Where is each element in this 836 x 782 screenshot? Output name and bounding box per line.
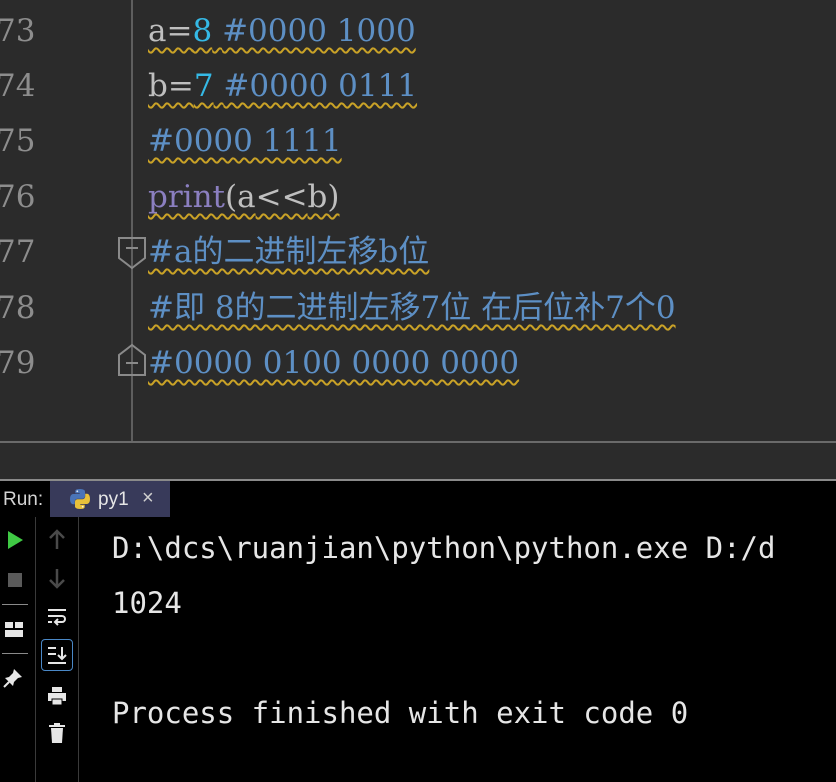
soft-wrap-icon[interactable]: [44, 603, 70, 629]
console-output: 1024: [112, 586, 182, 620]
code-token: #0000 1000: [222, 13, 416, 49]
code-token: <<: [255, 179, 308, 215]
trash-icon[interactable]: [44, 720, 70, 746]
line-number: 79: [0, 345, 36, 381]
toolbar-separator: [2, 653, 28, 654]
code-text: print(a<<b): [148, 169, 340, 225]
pin-icon[interactable]: [1, 665, 25, 691]
line-number: 78: [0, 290, 36, 326]
run-console: D:\dcs\ruanjian\python\python.exe D:/d 1…: [0, 517, 836, 782]
console-command-line: D:\dcs\ruanjian\python\python.exe D:/d: [112, 531, 776, 565]
code-text: #0000 1111: [148, 113, 342, 169]
down-arrow-icon[interactable]: [44, 565, 70, 591]
run-tool-bar: Run: py1 ×: [0, 479, 836, 517]
stop-icon[interactable]: [3, 567, 27, 593]
line-number: 77: [0, 234, 36, 270]
code-token: print: [148, 179, 226, 215]
scroll-to-end-icon[interactable]: [41, 639, 73, 671]
code-text: #即 8的二进制左移7位 在后位补7个0: [148, 280, 676, 336]
code-token: #即 8的二进制左移7位 在后位补7个0: [148, 290, 676, 326]
python-icon: [70, 489, 90, 509]
code-text: b=7 #0000 0111: [148, 58, 417, 114]
run-icon[interactable]: [3, 527, 27, 553]
code-line[interactable]: 78 #即 8的二进制左移7位 在后位补7个0: [0, 280, 836, 336]
code-token: #0000 0100 0000 0000: [148, 345, 520, 381]
code-token: #0000 1111: [148, 123, 342, 159]
line-number: 76: [0, 179, 36, 215]
fold-marker-icon[interactable]: [117, 236, 147, 270]
toolbar-separator: [2, 604, 28, 605]
code-token: #0000 0111: [223, 68, 418, 104]
close-icon[interactable]: ×: [142, 487, 154, 510]
code-text: a=8 #0000 1000: [148, 3, 416, 59]
line-number: 75: [0, 123, 36, 159]
line-number: 74: [0, 68, 36, 104]
up-arrow-icon[interactable]: [44, 527, 70, 553]
code-token: 8: [192, 13, 213, 49]
code-token: a=: [148, 13, 193, 49]
console-divider: [78, 517, 79, 782]
tab-label: py1: [98, 489, 129, 510]
code-token: b=: [148, 68, 194, 104]
layout-icon[interactable]: [2, 617, 26, 641]
run-label: Run:: [3, 489, 44, 510]
code-token: #a的二进制左移b位: [148, 234, 430, 270]
code-editor[interactable]: 73 a=8 #0000 1000 74 b=7 #0000 0111 75 #0000 …: [0, 0, 836, 443]
code-line[interactable]: 73 a=8 #0000 1000: [0, 3, 836, 59]
print-icon[interactable]: [44, 683, 70, 709]
code-text: #a的二进制左移b位: [148, 224, 429, 280]
panel-gap: [0, 443, 836, 479]
run-toolbar-left: [0, 517, 35, 782]
run-toolbar-right: [36, 517, 78, 782]
code-token: 7: [193, 68, 214, 104]
console-exit-message: Process finished with exit code 0: [112, 696, 689, 730]
code-line[interactable]: 75 #0000 1111: [0, 113, 836, 169]
run-tab-py1[interactable]: py1 ×: [50, 481, 170, 517]
code-line[interactable]: 74 b=7 #0000 0111: [0, 58, 836, 114]
line-number: 73: [0, 13, 36, 49]
code-token: (a: [225, 179, 256, 215]
code-token: b): [307, 179, 340, 215]
code-line[interactable]: 76 print(a<<b): [0, 169, 836, 225]
code-text: #0000 0100 0000 0000: [148, 335, 519, 391]
fold-end-marker-icon[interactable]: [117, 343, 147, 377]
